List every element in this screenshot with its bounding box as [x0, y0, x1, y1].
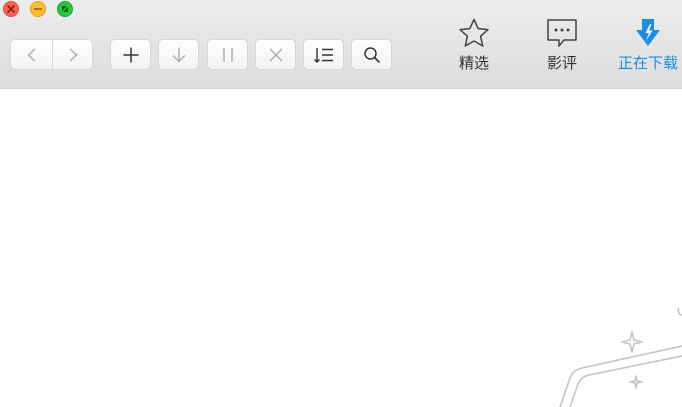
tab-reviews-label: 影评	[546, 54, 577, 72]
delete-button[interactable]	[255, 39, 296, 70]
star-icon	[459, 18, 489, 47]
tab-downloading[interactable]: 正在下载	[613, 16, 682, 76]
pause-icon	[222, 47, 233, 62]
comment-bubble-icon	[547, 19, 577, 47]
minimize-icon	[33, 8, 43, 10]
search-button[interactable]	[351, 39, 392, 70]
back-button[interactable]	[10, 39, 52, 70]
fullscreen-icon	[62, 6, 68, 12]
download-bolt-icon	[636, 19, 660, 46]
window-zoom-button[interactable]	[57, 1, 73, 17]
sort-button[interactable]	[303, 39, 344, 70]
chevron-left-icon	[26, 47, 36, 62]
tab-featured[interactable]: 精选	[439, 16, 509, 76]
arrow-down-icon	[171, 47, 186, 63]
search-icon	[363, 46, 380, 63]
tab-downloading-label: 正在下载	[617, 54, 678, 72]
empty-state-illustration	[559, 307, 682, 407]
pause-button[interactable]	[207, 39, 248, 70]
start-download-button[interactable]	[158, 39, 199, 70]
list-sort-icon	[313, 47, 333, 63]
close-icon	[7, 5, 15, 13]
window-minimize-button[interactable]	[30, 1, 46, 17]
plus-icon	[123, 47, 138, 62]
close-icon	[268, 47, 283, 62]
add-task-button[interactable]	[110, 39, 151, 70]
forward-button[interactable]	[52, 39, 93, 70]
window-titlebar: 精选 影评 正在下载	[0, 0, 682, 89]
window-close-button[interactable]	[3, 1, 19, 17]
tab-reviews[interactable]: 影评	[527, 16, 597, 76]
chevron-right-icon	[68, 47, 78, 62]
tab-featured-label: 精选	[458, 54, 489, 72]
